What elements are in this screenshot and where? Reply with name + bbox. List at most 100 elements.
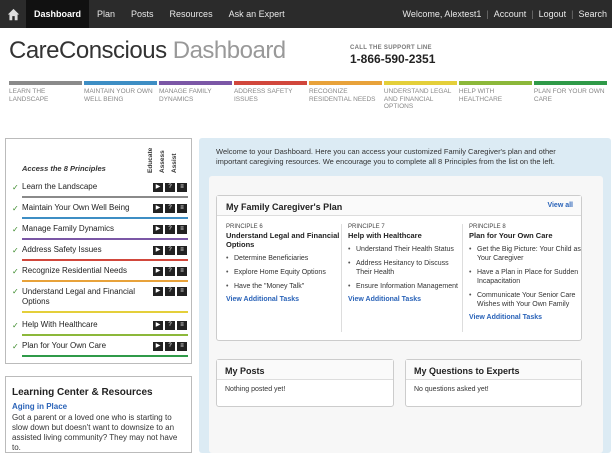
assess-question-icon[interactable]: ? (165, 204, 175, 213)
principle-row[interactable]: ✓ Recognize Residential Needs ▶? ≡ (12, 266, 188, 282)
posts-body: Nothing posted yet! (225, 386, 286, 393)
assess-question-icon[interactable]: ? (165, 267, 175, 276)
principle-row[interactable]: ✓ Maintain Your Own Well Being ▶? ≡ (12, 203, 188, 219)
educate-play-icon[interactable]: ▶ (153, 321, 163, 330)
principle-name[interactable]: Plan for Your Own Care (469, 231, 587, 240)
my-questions: My Questions to Experts No questions ask… (405, 359, 582, 407)
view-additional-tasks-link[interactable]: View Additional Tasks (469, 314, 587, 321)
principle-tab[interactable]: LEARN THE LANDSCAPE (9, 81, 83, 115)
educate-play-icon[interactable]: ▶ (153, 287, 163, 296)
principle-label[interactable]: Manage Family Dynamics (22, 224, 152, 234)
learning-text: Got a parent or a loved one who is start… (12, 413, 178, 452)
nav-resources[interactable]: Resources (162, 0, 221, 28)
check-icon: ✓ (12, 204, 19, 213)
task-item[interactable]: Get the Big Picture: Your Child as Your … (469, 245, 587, 263)
principle-row[interactable]: ✓ Address Safety Issues ▶? ≡ (12, 245, 188, 261)
nav-ask-expert[interactable]: Ask an Expert (221, 0, 293, 28)
check-icon: ✓ (12, 183, 19, 192)
principle-tab[interactable]: PLAN FOR YOUR OWN CARE (533, 81, 608, 115)
site-logo[interactable]: CareConscious Dashboard (9, 37, 286, 65)
view-all-link[interactable]: View all (547, 202, 573, 209)
principle-tab[interactable]: MAINTAIN YOUR OWN WELL BEING (83, 81, 158, 115)
principle-row[interactable]: ✓ Understand Legal and Financial Options ▶… (12, 287, 188, 313)
task-list: Determine Beneficiaries Explore Home Equi… (226, 254, 344, 291)
principle-color-bar (22, 238, 188, 240)
assist-list-icon[interactable]: ≡ (177, 183, 187, 192)
assess-question-icon[interactable]: ? (165, 321, 175, 330)
principle-actions: ▶? ≡ (153, 321, 187, 330)
assist-list-icon[interactable]: ≡ (177, 287, 187, 296)
principle-name[interactable]: Help with Healthcare (348, 231, 466, 240)
principle-tab[interactable]: UNDERSTAND LEGAL AND FINANCIAL OPTIONS (383, 81, 458, 115)
check-icon: ✓ (12, 246, 19, 255)
task-item[interactable]: Explore Home Equity Options (226, 268, 344, 277)
task-item[interactable]: Have a Plan in Place for Sudden Incapaci… (469, 268, 587, 286)
principle-color-bar (22, 217, 188, 219)
assess-question-icon[interactable]: ? (165, 225, 175, 234)
principle-name[interactable]: Understand Legal and Financial Options (226, 231, 344, 249)
aging-in-place-link[interactable]: Aging in Place (12, 402, 185, 411)
task-list: Get the Big Picture: Your Child as Your … (469, 245, 587, 309)
task-item[interactable]: Have the "Money Talk" (226, 282, 344, 291)
account-link[interactable]: Account (489, 0, 532, 28)
welcome-text: Welcome to your Dashboard. Here you can … (216, 147, 556, 166)
my-posts: My Posts Nothing posted yet! (216, 359, 394, 407)
educate-play-icon[interactable]: ▶ (153, 225, 163, 234)
assist-list-icon[interactable]: ≡ (177, 225, 187, 234)
principle-label[interactable]: Maintain Your Own Well Being (22, 203, 152, 213)
check-icon: ✓ (12, 225, 19, 234)
task-item[interactable]: Communicate Your Senior Care Wishes with… (469, 291, 587, 309)
principle-row[interactable]: ✓ Manage Family Dynamics ▶? ≡ (12, 224, 188, 240)
assess-question-icon[interactable]: ? (165, 183, 175, 192)
nav-posts[interactable]: Posts (123, 0, 162, 28)
task-item[interactable]: Ensure Information Management (348, 282, 466, 291)
principle-label[interactable]: Address Safety Issues (22, 245, 152, 255)
logout-link[interactable]: Logout (534, 0, 572, 28)
view-additional-tasks-link[interactable]: View Additional Tasks (348, 296, 466, 303)
column-divider (462, 224, 463, 332)
principle-label[interactable]: Help With Healthcare (22, 320, 152, 330)
learning-center: Learning Center & Resources Aging in Pla… (5, 376, 192, 453)
educate-play-icon[interactable]: ▶ (153, 267, 163, 276)
task-item[interactable]: Understand Their Health Status (348, 245, 466, 254)
principle-label[interactable]: Understand Legal and Financial Options (22, 287, 150, 307)
principle-row[interactable]: ✓ Plan for Your Own Care ▶? ≡ (12, 341, 188, 357)
principle-row[interactable]: ✓ Learn the Landscape ▶? ≡ (12, 182, 188, 198)
home-icon (7, 8, 19, 20)
principle-actions: ▶? ≡ (153, 267, 187, 276)
plan-principle-column: PRINCIPLE 8Plan for Your Own Care Get the… (469, 224, 587, 321)
plan-title: My Family Caregiver's Plan (226, 202, 343, 212)
educate-play-icon[interactable]: ▶ (153, 246, 163, 255)
principle-label[interactable]: Learn the Landscape (22, 182, 152, 192)
principle-label[interactable]: Recognize Residential Needs (22, 266, 152, 276)
assess-question-icon[interactable]: ? (165, 246, 175, 255)
col-head-assist: Assist (171, 153, 178, 173)
column-headers: Educate Assess Assist (147, 143, 183, 173)
assist-list-icon[interactable]: ≡ (177, 342, 187, 351)
principle-tab[interactable]: MANAGE FAMILY DYNAMICS (158, 81, 233, 115)
educate-play-icon[interactable]: ▶ (153, 204, 163, 213)
nav-plan[interactable]: Plan (89, 0, 123, 28)
principle-label[interactable]: Plan for Your Own Care (22, 341, 152, 351)
main-content: Welcome to your Dashboard. Here you can … (199, 138, 611, 453)
assist-list-icon[interactable]: ≡ (177, 321, 187, 330)
nav-dashboard[interactable]: Dashboard (26, 0, 90, 28)
assist-list-icon[interactable]: ≡ (177, 204, 187, 213)
principle-actions: ▶? ≡ (153, 183, 187, 192)
educate-play-icon[interactable]: ▶ (153, 183, 163, 192)
principle-tab[interactable]: ADDRESS SAFETY ISSUES (233, 81, 308, 115)
principle-tab[interactable]: HELP WITH HEALTHCARE (458, 81, 533, 115)
assess-question-icon[interactable]: ? (165, 287, 175, 296)
assess-question-icon[interactable]: ? (165, 342, 175, 351)
task-item[interactable]: Address Hesitancy to Discuss Their Healt… (348, 259, 466, 277)
column-divider (341, 224, 342, 332)
view-additional-tasks-link[interactable]: View Additional Tasks (226, 296, 344, 303)
search-link[interactable]: Search (573, 0, 612, 28)
home-button[interactable] (0, 0, 26, 28)
principle-row[interactable]: ✓ Help With Healthcare ▶? ≡ (12, 320, 188, 336)
assist-list-icon[interactable]: ≡ (177, 267, 187, 276)
assist-list-icon[interactable]: ≡ (177, 246, 187, 255)
principle-tab[interactable]: RECOGNIZE RESIDENTIAL NEEDS (308, 81, 383, 115)
educate-play-icon[interactable]: ▶ (153, 342, 163, 351)
task-item[interactable]: Determine Beneficiaries (226, 254, 344, 263)
